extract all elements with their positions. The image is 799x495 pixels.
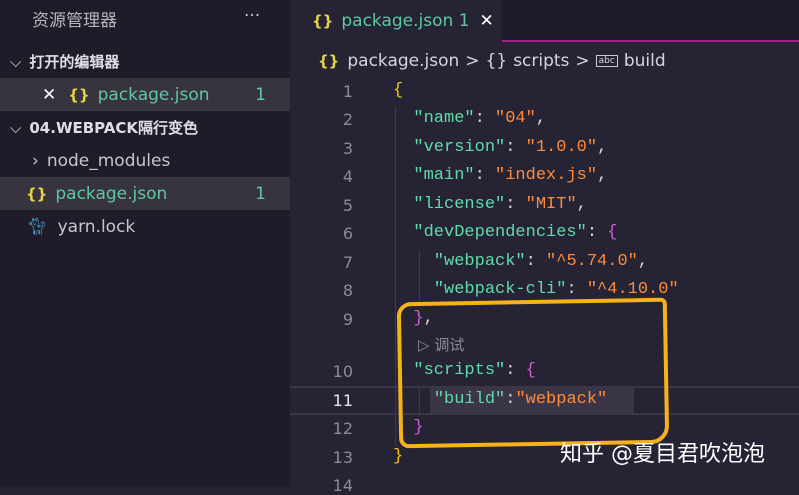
project-section[interactable]: ⌵ 04.WEBPACK隔行变色: [0, 111, 290, 144]
tab-package-json[interactable]: {} package.json 1 ✕: [290, 0, 502, 42]
json-key: "devDependencies": [413, 223, 587, 242]
line-number: 2: [342, 110, 353, 129]
line-number: 8: [342, 281, 353, 300]
breadcrumb-build[interactable]: build: [624, 51, 666, 71]
json-value: "index.js": [495, 166, 598, 185]
tab-bar: {} package.json 1 ✕: [290, 0, 799, 42]
file-label: yarn.lock: [57, 216, 136, 237]
explorer-sidebar: 资源管理器 ··· ⌵ 打开的编辑器 ✕{} package.json 1 ⌵ 04.W…: [0, 0, 290, 486]
line-number: 11: [332, 391, 353, 410]
breadcrumb-separator: >: [575, 51, 590, 71]
json-key: "webpack-cli": [433, 280, 567, 299]
line-number: 13: [332, 448, 353, 467]
json-icon: {}: [318, 52, 340, 70]
file-package-json[interactable]: {} package.json 1: [0, 177, 290, 210]
json-icon: {}: [68, 85, 90, 104]
json-value: "^5.74.0": [546, 252, 638, 271]
tab-badge: 1: [458, 11, 470, 31]
folder-node-modules[interactable]: › node_modules: [0, 144, 290, 177]
json-value: "04": [495, 109, 536, 128]
json-key: "webpack": [433, 252, 526, 271]
line-number: 6: [342, 224, 353, 243]
open-editors-section[interactable]: ⌵ 打开的编辑器: [0, 45, 290, 78]
yarn-icon: 🐈︎: [26, 216, 48, 237]
string-icon: abc: [595, 55, 618, 67]
folder-label: node_modules: [46, 150, 171, 171]
json-key: "version": [413, 138, 506, 157]
chevron-down-icon: ⌵: [10, 52, 22, 71]
open-editor-package-json[interactable]: ✕ {} package.json 1: [0, 78, 290, 111]
line-number: 5: [342, 196, 353, 215]
section-label: 打开的编辑器: [29, 53, 120, 71]
close-icon[interactable]: ✕: [480, 11, 494, 31]
json-key: "name": [413, 109, 475, 128]
json-value: "^4.10.0": [586, 280, 679, 299]
breadcrumb-separator: >: [465, 51, 480, 71]
line-number: 3: [342, 139, 353, 158]
line-number: 10: [332, 362, 353, 381]
line-number: 4: [342, 167, 353, 186]
section-label: 04.WEBPACK隔行变色: [29, 119, 199, 137]
file-label: package.json: [55, 183, 168, 204]
file-label: package.json: [97, 84, 210, 105]
watermark: 知乎 @夏目君吹泡泡: [560, 442, 765, 467]
breadcrumb-scripts[interactable]: scripts: [513, 51, 569, 71]
file-yarn-lock[interactable]: 🐈︎ yarn.lock: [0, 210, 290, 243]
more-actions-icon[interactable]: ···: [244, 6, 260, 26]
json-icon: {}: [26, 184, 48, 203]
chevron-down-icon: ⌵: [10, 118, 22, 137]
close-icon[interactable]: ✕: [42, 85, 56, 105]
breadcrumb-file[interactable]: package.json: [347, 51, 459, 71]
object-icon: {}: [485, 51, 508, 71]
breadcrumb: {} package.json > {} scripts > abc build: [318, 48, 666, 74]
json-key: "main": [413, 166, 475, 185]
highlight-annotation: [396, 297, 670, 449]
json-value: "1.0.0": [525, 138, 598, 157]
json-key: "license": [413, 195, 506, 214]
line-number: 7: [342, 253, 353, 272]
chevron-right-icon: ›: [32, 150, 39, 171]
tab-label: package.json: [341, 11, 454, 31]
line-number: 12: [332, 419, 353, 438]
json-icon: {}: [312, 12, 334, 30]
problem-badge: 1: [255, 84, 266, 105]
problem-badge: 1: [255, 183, 266, 204]
line-number: 9: [342, 310, 353, 329]
line-number: 1: [342, 82, 353, 101]
json-value: "MIT": [525, 195, 577, 214]
